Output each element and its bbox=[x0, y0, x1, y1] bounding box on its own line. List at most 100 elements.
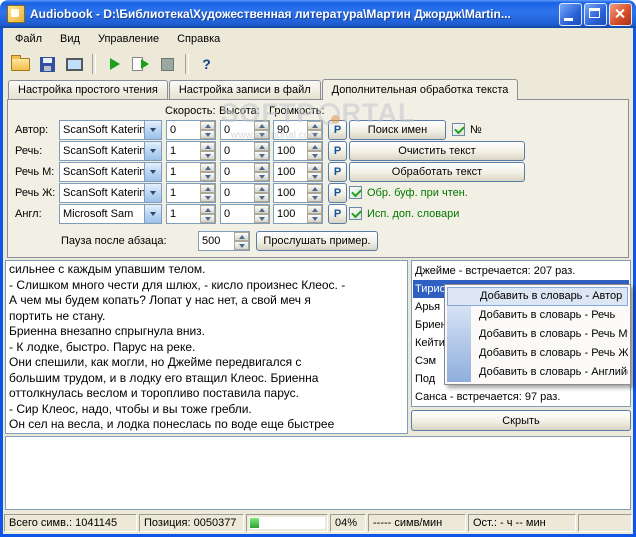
checkbox-box[interactable] bbox=[349, 186, 362, 199]
play-to-file-button[interactable] bbox=[127, 52, 154, 77]
menu-manage[interactable]: Управление bbox=[89, 30, 168, 48]
spin-down-icon[interactable] bbox=[200, 172, 215, 181]
menu-file[interactable]: Файл bbox=[6, 30, 51, 48]
speed-spinner[interactable]: 1 bbox=[166, 183, 216, 203]
play-button[interactable] bbox=[100, 52, 127, 77]
voice-select[interactable]: ScanSoft Katerina_Fu bbox=[59, 141, 162, 161]
find-names-button[interactable]: Поиск имен bbox=[349, 120, 446, 140]
spin-down-icon[interactable] bbox=[200, 130, 215, 139]
volume-spinner[interactable]: 90 bbox=[273, 120, 323, 140]
menu-item-add-dict-english[interactable]: Добавить в словарь - Английский bbox=[447, 363, 628, 382]
chevron-down-icon[interactable] bbox=[144, 121, 161, 139]
speed-spinner[interactable]: 0 bbox=[166, 120, 216, 140]
spin-down-icon[interactable] bbox=[307, 172, 322, 181]
pitch-spinner[interactable]: 0 bbox=[220, 204, 270, 224]
spin-down-icon[interactable] bbox=[307, 151, 322, 160]
preview-voice-button[interactable]: P bbox=[328, 162, 347, 182]
spin-up-icon[interactable] bbox=[254, 142, 269, 151]
chevron-down-icon[interactable] bbox=[144, 184, 161, 202]
process-buffer-checkbox[interactable]: Обр. буф. при чтен. bbox=[349, 186, 468, 199]
chevron-down-icon[interactable] bbox=[144, 142, 161, 160]
preview-voice-button[interactable]: P bbox=[328, 204, 347, 224]
volume-spinner[interactable]: 100 bbox=[273, 162, 323, 182]
menu-item-add-dict-speech-female[interactable]: Добавить в словарь - Речь Женская bbox=[447, 344, 628, 363]
spin-down-icon[interactable] bbox=[254, 172, 269, 181]
pause-spinner[interactable]: 500 bbox=[198, 231, 250, 251]
spin-down-icon[interactable] bbox=[254, 151, 269, 160]
speed-spinner[interactable]: 1 bbox=[166, 162, 216, 182]
volume-spinner[interactable]: 100 bbox=[273, 141, 323, 161]
listen-sample-button[interactable]: Прослушать пример. bbox=[256, 231, 378, 251]
list-item[interactable]: Санса - встречается: 97 раз. bbox=[413, 388, 629, 406]
chevron-down-icon[interactable] bbox=[144, 205, 161, 223]
spin-up-icon[interactable] bbox=[234, 232, 249, 241]
voice-select[interactable]: ScanSoft Katerina_Fu bbox=[59, 183, 162, 203]
speed-spinner[interactable]: 1 bbox=[166, 141, 216, 161]
spin-down-icon[interactable] bbox=[307, 130, 322, 139]
spin-up-icon[interactable] bbox=[307, 121, 322, 130]
numbering-checkbox[interactable]: № bbox=[452, 123, 482, 136]
spin-up-icon[interactable] bbox=[254, 121, 269, 130]
tab-text-processing[interactable]: Дополнительная обработка текста bbox=[321, 79, 519, 100]
spin-up-icon[interactable] bbox=[200, 205, 215, 214]
spin-down-icon[interactable] bbox=[254, 130, 269, 139]
process-text-button[interactable]: Обработать текст bbox=[349, 162, 525, 182]
spin-up-icon[interactable] bbox=[307, 184, 322, 193]
spin-up-icon[interactable] bbox=[200, 142, 215, 151]
list-item[interactable]: Джейме - встречается: 207 раз. bbox=[413, 262, 629, 280]
speed-spinner[interactable]: 1 bbox=[166, 204, 216, 224]
save-button[interactable] bbox=[34, 52, 61, 77]
spin-up-icon[interactable] bbox=[200, 163, 215, 172]
spin-up-icon[interactable] bbox=[307, 205, 322, 214]
maximize-button[interactable] bbox=[584, 2, 607, 26]
menu-view[interactable]: Вид bbox=[51, 30, 89, 48]
tab-record-to-file[interactable]: Настройка записи в файл bbox=[168, 80, 321, 99]
menu-item-add-dict-author[interactable]: Добавить в словарь - Автор bbox=[447, 287, 628, 306]
pitch-spinner[interactable]: 0 bbox=[220, 162, 270, 182]
volume-spinner[interactable]: 100 bbox=[273, 204, 323, 224]
close-button[interactable] bbox=[609, 2, 632, 26]
help-button[interactable]: ? bbox=[193, 52, 220, 77]
spin-up-icon[interactable] bbox=[254, 184, 269, 193]
spin-down-icon[interactable] bbox=[200, 214, 215, 223]
pitch-spinner[interactable]: 0 bbox=[220, 141, 270, 161]
minimize-button[interactable] bbox=[559, 2, 582, 26]
clear-text-button[interactable]: Очистить текст bbox=[349, 141, 525, 161]
pitch-spinner[interactable]: 0 bbox=[220, 120, 270, 140]
checkbox-box[interactable] bbox=[349, 207, 362, 220]
export-button[interactable] bbox=[61, 52, 88, 77]
spin-up-icon[interactable] bbox=[200, 184, 215, 193]
spin-up-icon[interactable] bbox=[307, 163, 322, 172]
spin-down-icon[interactable] bbox=[200, 151, 215, 160]
voice-select[interactable]: ScanSoft Katerina_Fu bbox=[59, 120, 162, 140]
menu-item-add-dict-speech-male[interactable]: Добавить в словарь - Речь Мужская bbox=[447, 325, 628, 344]
voice-select[interactable]: Microsoft Sam bbox=[59, 204, 162, 224]
preview-voice-button[interactable]: P bbox=[328, 183, 347, 203]
checkbox-box[interactable] bbox=[452, 123, 465, 136]
spin-up-icon[interactable] bbox=[307, 142, 322, 151]
preview-voice-button[interactable]: P bbox=[328, 141, 347, 161]
spin-down-icon[interactable] bbox=[307, 214, 322, 223]
spin-down-icon[interactable] bbox=[254, 193, 269, 202]
stop-button[interactable] bbox=[154, 52, 181, 77]
spin-up-icon[interactable] bbox=[200, 121, 215, 130]
pitch-spinner[interactable]: 0 bbox=[220, 183, 270, 203]
extra-dictionaries-checkbox[interactable]: Исп. доп. словари bbox=[349, 207, 459, 220]
chevron-down-icon[interactable] bbox=[144, 163, 161, 181]
voice-select[interactable]: ScanSoft Katerina_Fu bbox=[59, 162, 162, 182]
menu-help[interactable]: Справка bbox=[168, 30, 229, 48]
spin-down-icon[interactable] bbox=[234, 241, 249, 250]
spin-down-icon[interactable] bbox=[200, 193, 215, 202]
preview-voice-button[interactable]: P bbox=[328, 120, 347, 140]
open-button[interactable] bbox=[7, 52, 34, 77]
spin-down-icon[interactable] bbox=[254, 214, 269, 223]
volume-spinner[interactable]: 100 bbox=[273, 183, 323, 203]
spin-up-icon[interactable] bbox=[254, 163, 269, 172]
secondary-text-area[interactable] bbox=[5, 436, 631, 510]
book-text-area[interactable]: сильнее с каждым упавшим телом. - Слишко… bbox=[5, 260, 408, 434]
spin-up-icon[interactable] bbox=[254, 205, 269, 214]
menu-item-add-dict-speech[interactable]: Добавить в словарь - Речь bbox=[447, 306, 628, 325]
spin-down-icon[interactable] bbox=[307, 193, 322, 202]
tab-simple-reading[interactable]: Настройка простого чтения bbox=[8, 80, 168, 99]
hide-button[interactable]: Скрыть bbox=[411, 410, 631, 431]
